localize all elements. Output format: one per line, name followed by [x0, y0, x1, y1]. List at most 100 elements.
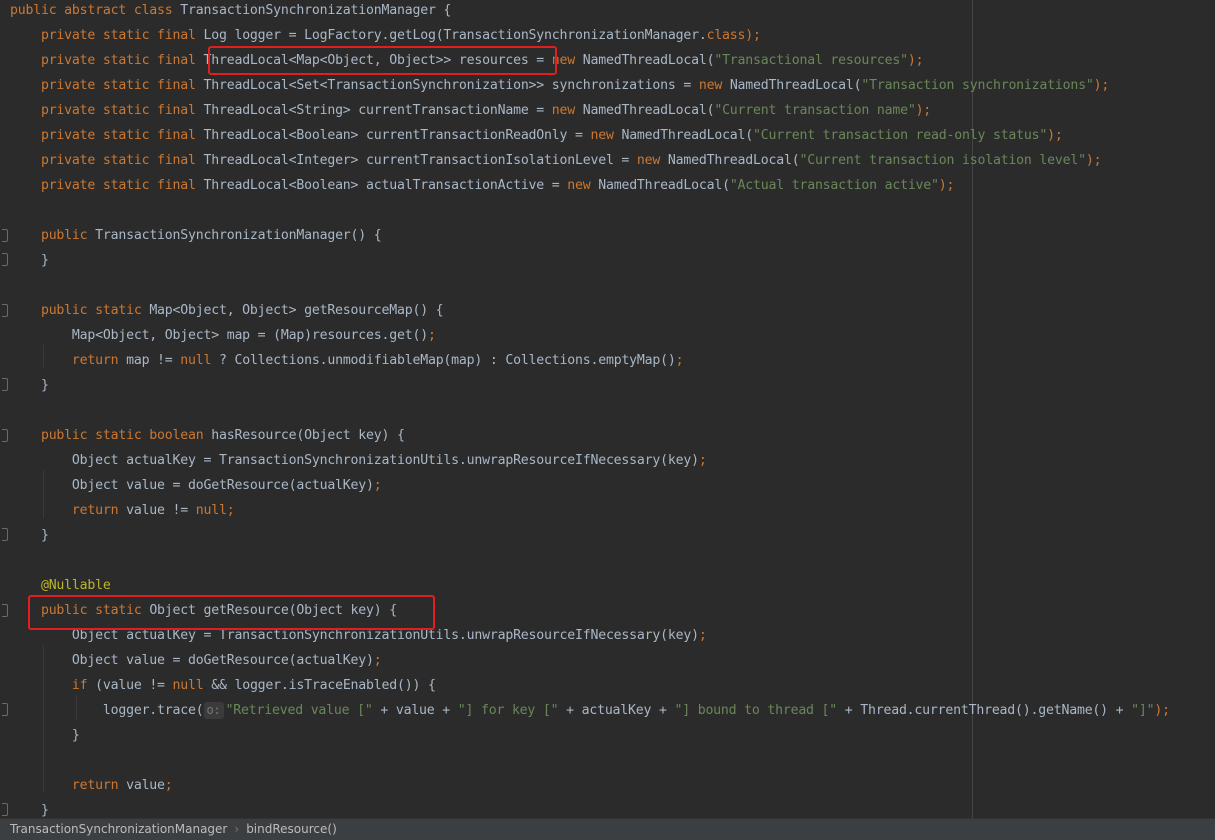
code-token: private static final: [10, 153, 204, 168]
editor-gutter[interactable]: [0, 0, 10, 818]
code-line[interactable]: Object actualKey = TransactionSynchroniz…: [10, 448, 707, 473]
code-token: map !=: [126, 353, 181, 368]
code-line[interactable]: public TransactionSynchronizationManager…: [10, 223, 382, 248]
code-token: );: [745, 28, 761, 43]
code-line[interactable]: }: [10, 723, 80, 748]
fold-marker-icon[interactable]: [2, 528, 8, 541]
code-line[interactable]: Map<Object, Object> map = (Map)resources…: [10, 323, 436, 348]
code-token: ;: [164, 778, 173, 793]
code-line[interactable]: logger.trace(o: "Retrieved value [" + val…: [10, 698, 1170, 723]
code-line[interactable]: private static final ThreadLocal<Boolean…: [10, 123, 1063, 148]
code-token: ;: [427, 328, 436, 343]
code-token: Object value = doGetResource(actualKey): [10, 653, 374, 668]
fold-marker-icon[interactable]: [2, 378, 8, 391]
code-token: NamedThreadLocal(: [582, 103, 715, 118]
breadcrumb-separator: ›: [234, 822, 240, 836]
code-line[interactable]: }: [10, 248, 49, 273]
code-token: Object actualKey = TransactionSynchroniz…: [10, 628, 699, 643]
code-line[interactable]: if (value != null && logger.isTraceEnabl…: [10, 673, 436, 698]
breadcrumb: TransactionSynchronizationManager › bindRe…: [0, 818, 1215, 840]
code-token: ;: [373, 478, 382, 493]
code-token: @Nullable: [10, 578, 111, 593]
code-token: new: [636, 153, 668, 168]
fold-marker-icon[interactable]: [2, 703, 8, 716]
code-token: NamedThreadLocal(: [598, 178, 730, 193]
code-token: ? Collections.unmodifiableMap(map) : Col…: [218, 353, 676, 368]
code-token: public: [10, 228, 96, 243]
code-token: public static: [10, 303, 150, 318]
code-token: NamedThreadLocal(: [667, 153, 800, 168]
code-editor[interactable]: public abstract class TransactionSynchro…: [0, 0, 1215, 840]
code-token: ;: [698, 628, 707, 643]
code-token: "Current transaction name": [714, 103, 916, 118]
code-token: return: [10, 778, 127, 793]
code-token: ;: [675, 353, 684, 368]
code-token: ;: [373, 653, 382, 668]
breadcrumb-class[interactable]: TransactionSynchronizationManager: [10, 822, 227, 836]
code-line[interactable]: }: [10, 373, 49, 398]
code-token: "] bound to thread [": [674, 703, 845, 718]
code-line[interactable]: private static final Log logger = LogFac…: [10, 23, 761, 48]
code-line[interactable]: return value;: [10, 773, 173, 798]
code-token: "Current transaction read-only status": [753, 128, 1048, 143]
code-token: NamedThreadLocal(: [621, 128, 754, 143]
code-token: null;: [195, 503, 235, 518]
code-token: ThreadLocal<Boolean> currentTransactionR…: [203, 128, 591, 143]
code-token: Map<Object, Object> getResourceMap() {: [149, 303, 444, 318]
code-token: private static final: [10, 178, 204, 193]
code-line[interactable]: return map != null ? Collections.unmodif…: [10, 348, 684, 373]
fold-marker-icon[interactable]: [2, 803, 8, 816]
code-token: null: [172, 678, 212, 693]
code-token: ;: [698, 453, 707, 468]
code-token: && logger.isTraceEnabled()) {: [211, 678, 436, 693]
code-line[interactable]: public static Map<Object, Object> getRes…: [10, 298, 444, 323]
code-token: "Transactional resources": [714, 53, 908, 68]
code-token: private static final: [10, 128, 204, 143]
code-line[interactable]: public abstract class TransactionSynchro…: [10, 0, 451, 23]
code-token: }: [10, 803, 49, 818]
code-token: "Current transaction isolation level": [799, 153, 1086, 168]
code-line[interactable]: return value != null;: [10, 498, 235, 523]
code-token: );: [938, 178, 955, 193]
code-token: "Retrieved value [": [225, 703, 381, 718]
breadcrumb-method[interactable]: bindResource(): [246, 822, 337, 836]
code-token: ThreadLocal<Set<TransactionSynchronizati…: [203, 78, 699, 93]
code-token: }: [10, 528, 49, 543]
code-token: NamedThreadLocal(: [582, 53, 715, 68]
code-token: private static final: [10, 78, 204, 93]
code-token: new: [567, 178, 599, 193]
code-token: new: [698, 78, 730, 93]
code-token: public abstract class: [10, 3, 181, 18]
fold-marker-icon[interactable]: [2, 229, 8, 242]
code-token: return: [10, 353, 127, 368]
code-token: + value +: [380, 703, 458, 718]
code-token: Map<Object, Object> map = (Map)resources…: [10, 328, 428, 343]
code-token: return: [10, 503, 127, 518]
code-line[interactable]: Object value = doGetResource(actualKey);: [10, 473, 382, 498]
code-line[interactable]: }: [10, 523, 49, 548]
fold-marker-icon[interactable]: [2, 253, 8, 266]
fold-marker-icon[interactable]: [2, 429, 8, 442]
code-token: class: [706, 28, 746, 43]
code-line[interactable]: public static boolean hasResource(Object…: [10, 423, 405, 448]
code-line[interactable]: private static final ThreadLocal<Boolean…: [10, 173, 955, 198]
code-token: "]": [1131, 703, 1155, 718]
fold-marker-icon[interactable]: [2, 604, 8, 617]
code-token: );: [915, 103, 932, 118]
code-token: getLog: [389, 28, 436, 43]
code-line[interactable]: private static final ThreadLocal<Integer…: [10, 148, 1102, 173]
code-token: Log logger = LogFactory.: [203, 28, 390, 43]
code-line[interactable]: private static final ThreadLocal<String>…: [10, 98, 931, 123]
code-line[interactable]: private static final ThreadLocal<Set<Tra…: [10, 73, 1109, 98]
code-token: private static final: [10, 103, 204, 118]
code-line[interactable]: Object value = doGetResource(actualKey);: [10, 648, 382, 673]
code-token: "Transaction synchronizations": [861, 78, 1094, 93]
code-token: NamedThreadLocal(: [729, 78, 862, 93]
code-token: "Actual transaction active": [729, 178, 939, 193]
fold-marker-icon[interactable]: [2, 304, 8, 317]
code-token: }: [10, 728, 80, 743]
code-token: Object actualKey = TransactionSynchroniz…: [10, 453, 699, 468]
code-token: + Thread.currentThread().getName() +: [844, 703, 1132, 718]
code-token: new: [551, 103, 583, 118]
code-token: );: [1047, 128, 1063, 143]
